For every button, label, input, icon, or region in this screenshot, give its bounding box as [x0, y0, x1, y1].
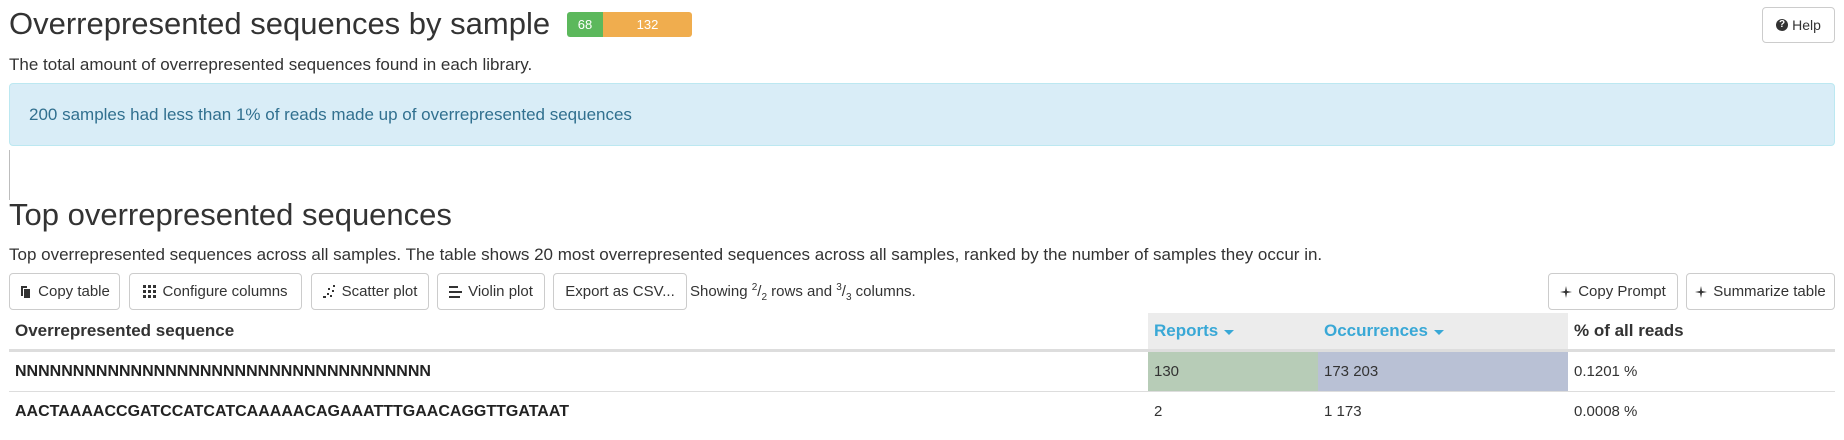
scatter-plot-label: Scatter plot [341, 283, 418, 300]
divider [9, 150, 10, 200]
sort-caret-icon [1433, 329, 1444, 335]
table-row: NNNNNNNNNNNNNNNNNNNNNNNNNNNNNNNNNNNN 130… [9, 352, 1835, 392]
copy-prompt-label: Copy Prompt [1578, 283, 1666, 300]
export-csv-button[interactable]: Export as CSV... [553, 273, 687, 310]
cell-sequence: AACTAAAACCGATCCATCATCAAAAACAGAAATTTGAACA… [15, 402, 569, 420]
copy-icon [21, 285, 31, 298]
copy-prompt-button[interactable]: Copy Prompt [1548, 273, 1678, 310]
table-toolbar: Copy table Configure columns Scatter plo… [9, 273, 1835, 310]
header-occurrences-label: Occurrences [1324, 321, 1428, 340]
section-title: Top overrepresented sequences [9, 197, 452, 232]
sparkle-icon [1695, 285, 1708, 298]
section-description: The total amount of overrepresented sequ… [9, 55, 533, 74]
configure-columns-label: Configure columns [162, 283, 288, 300]
copy-table-label: Copy table [38, 283, 110, 300]
showing-prefix: Showing [690, 283, 752, 300]
export-csv-label: Export as CSV... [565, 283, 675, 300]
violin-plot-button[interactable]: Violin plot [437, 273, 545, 310]
table-row: AACTAAAACCGATCCATCATCAAAAACAGAAATTTGAACA… [9, 392, 1835, 431]
question-circle-icon: ? [1776, 19, 1789, 31]
header-reports-label: Reports [1154, 321, 1219, 340]
section-description: Top overrepresented sequences across all… [9, 245, 1323, 264]
status-warn-segment[interactable]: 132 [603, 12, 692, 37]
rows-shown: 2 [751, 282, 758, 293]
scatter-icon [322, 285, 335, 298]
header-pct: % of all reads [1574, 321, 1684, 340]
summarize-table-label: Summarize table [1713, 283, 1826, 300]
violin-icon [449, 285, 463, 298]
help-label: Help [1792, 17, 1821, 33]
violin-plot-label: Violin plot [468, 283, 533, 300]
section-title: Overrepresented sequences by sample [9, 6, 551, 41]
showing-summary: Showing 2/2 rows and 3/3 columns. [690, 282, 916, 303]
status-bar[interactable]: 68 132 [567, 12, 692, 37]
header-sequence: Overrepresented sequence [15, 321, 235, 340]
table-header-row: Overrepresented sequence Reports Occurre… [9, 313, 1835, 352]
overrepresented-table: Overrepresented sequence Reports Occurre… [9, 313, 1835, 431]
help-button[interactable]: ? Help [1762, 7, 1835, 43]
grid-icon [143, 285, 157, 298]
cell-reports: 2 [1154, 403, 1163, 420]
showing-suffix: columns. [851, 283, 916, 300]
status-pass-segment[interactable]: 68 [567, 12, 603, 37]
summarize-table-button[interactable]: Summarize table [1686, 273, 1835, 310]
showing-middle: rows and [767, 283, 837, 300]
scatter-plot-button[interactable]: Scatter plot [311, 273, 429, 310]
sort-caret-icon [1224, 329, 1235, 335]
cell-occurrences: 173 203 [1318, 352, 1568, 391]
copy-table-button[interactable]: Copy table [9, 273, 120, 310]
sparkle-icon [1560, 285, 1573, 298]
cols-shown: 3 [836, 282, 842, 293]
cell-occurrences: 1 173 [1324, 403, 1362, 420]
header-reports[interactable]: Reports [1148, 313, 1318, 349]
header-occurrences[interactable]: Occurrences [1318, 313, 1568, 349]
info-alert: 200 samples had less than 1% of reads ma… [9, 83, 1835, 146]
configure-columns-button[interactable]: Configure columns [129, 273, 302, 310]
cell-pct: 0.0008 % [1574, 403, 1638, 420]
cell-sequence: NNNNNNNNNNNNNNNNNNNNNNNNNNNNNNNNNNNN [15, 362, 431, 380]
section-header: Overrepresented sequences by sample 68 1… [9, 6, 1835, 43]
cell-pct: 0.1201 % [1574, 363, 1638, 380]
cell-reports: 130 [1148, 352, 1318, 391]
